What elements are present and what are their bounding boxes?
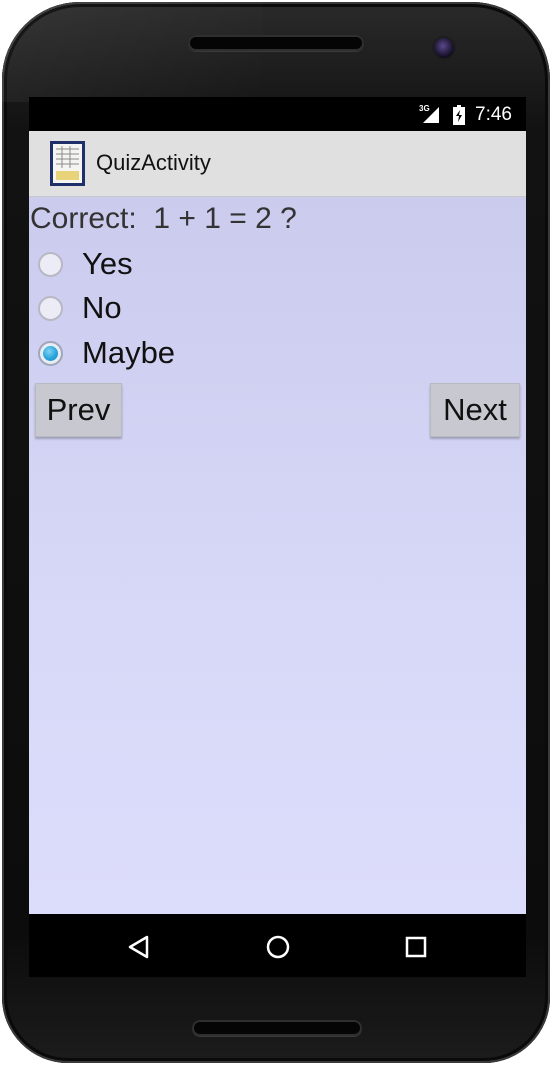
home-icon[interactable] xyxy=(264,933,292,961)
radio-unchecked-icon xyxy=(38,251,63,277)
navigation-bar xyxy=(29,914,526,977)
action-bar: QuizActivity xyxy=(29,131,526,197)
option-yes-radio[interactable]: Yes xyxy=(38,244,338,284)
device-screen: 3G 7:46 QuizActivity Correct: 1 + 1 = 2 … xyxy=(29,97,526,977)
option-no-radio[interactable]: No xyxy=(38,288,338,328)
radio-unchecked-icon xyxy=(38,295,63,321)
status-bar: 3G 7:46 xyxy=(29,97,526,131)
next-button[interactable]: Next xyxy=(430,383,520,437)
option-label: Maybe xyxy=(82,335,176,370)
quiz-content: Correct: 1 + 1 = 2 ? Yes No Maybe Prev N… xyxy=(29,197,526,914)
phone-frame: 3G 7:46 QuizActivity Correct: 1 + 1 = 2 … xyxy=(2,2,550,1063)
front-camera xyxy=(434,38,454,58)
option-label: No xyxy=(82,290,122,325)
radio-checked-icon xyxy=(38,340,63,366)
back-icon[interactable] xyxy=(125,933,153,961)
prev-button[interactable]: Prev xyxy=(35,383,122,437)
clock: 7:46 xyxy=(475,104,512,125)
question-text: Correct: 1 + 1 = 2 ? xyxy=(30,202,297,235)
signal-icon xyxy=(423,107,439,123)
top-speaker-grille xyxy=(188,35,364,51)
option-label: Yes xyxy=(82,246,133,281)
app-title: QuizActivity xyxy=(96,150,211,175)
app-icon xyxy=(50,141,85,186)
option-maybe-radio[interactable]: Maybe xyxy=(38,333,338,373)
recent-apps-icon[interactable] xyxy=(402,933,430,961)
battery-icon xyxy=(453,105,465,125)
bottom-speaker-grille xyxy=(192,1020,362,1036)
